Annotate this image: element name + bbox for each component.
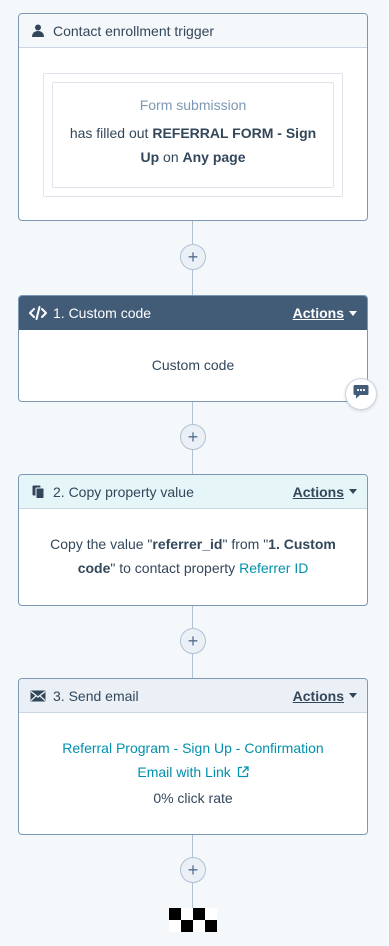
workflow-end-flag-icon — [169, 908, 217, 932]
comment-button[interactable] — [345, 378, 377, 410]
add-icon: + — [187, 247, 199, 267]
code-icon — [29, 304, 47, 322]
add-action-button[interactable]: + — [180, 857, 206, 883]
step2-body: Copy the value "referrer_id" from "1. Cu… — [19, 509, 367, 580]
add-icon: + — [187, 860, 199, 880]
copy-icon — [29, 483, 47, 501]
person-icon — [29, 22, 47, 40]
enrollment-trigger-card[interactable]: Contact enrollment trigger Form submissi… — [18, 13, 368, 221]
caret-down-icon — [349, 693, 357, 698]
email-link[interactable]: Referral Program - Sign Up - Confirmatio… — [53, 736, 333, 785]
caret-down-icon — [349, 489, 357, 494]
copy-text: " to contact property — [110, 560, 240, 576]
add-action-button[interactable]: + — [180, 424, 206, 450]
trigger-criteria[interactable]: Form submission has filled out REFERRAL … — [52, 82, 334, 188]
trigger-text-pre: has filled out — [69, 125, 153, 141]
add-action-button[interactable]: + — [180, 628, 206, 654]
step1-body: Custom code — [151, 357, 235, 373]
envelope-icon — [29, 687, 47, 705]
trigger-text-mid: on — [159, 149, 183, 165]
copy-property-card[interactable]: 2. Copy property value Actions Copy the … — [18, 474, 368, 606]
add-icon: + — [187, 427, 199, 447]
step2-header: 2. Copy property value Actions — [19, 475, 367, 509]
trigger-header: Contact enrollment trigger — [19, 14, 367, 48]
step3-title: 3. Send email — [53, 687, 139, 704]
step3-body: Referral Program - Sign Up - Confirmatio… — [19, 713, 367, 810]
trigger-filter-type: Form submission — [139, 97, 247, 113]
trigger-criteria-group: Form submission has filled out REFERRAL … — [43, 73, 343, 197]
copy-text: " from " — [222, 536, 269, 552]
custom-code-card[interactable]: 1. Custom code Actions Custom code — [18, 295, 368, 402]
caret-down-icon — [349, 310, 357, 316]
external-link-icon — [237, 761, 249, 785]
trigger-title: Contact enrollment trigger — [53, 22, 215, 39]
actions-label: Actions — [292, 305, 344, 321]
step2-actions-dropdown[interactable]: Actions — [293, 484, 357, 500]
step1-header: 1. Custom code Actions — [19, 296, 367, 330]
step1-actions-dropdown[interactable]: Actions — [293, 305, 357, 321]
trigger-page: Any page — [182, 149, 246, 165]
step2-title: 2. Copy property value — [53, 483, 194, 500]
add-icon: + — [187, 631, 199, 651]
send-email-card[interactable]: 3. Send email Actions Referral Program -… — [18, 678, 368, 835]
referrer-id-link[interactable]: Referrer ID — [239, 560, 308, 576]
add-action-button[interactable]: + — [180, 244, 206, 270]
copy-text: Copy the value " — [50, 536, 153, 552]
step3-header: 3. Send email Actions — [19, 679, 367, 713]
actions-label: Actions — [292, 687, 344, 704]
trigger-filter-text: has filled out REFERRAL FORM - Sign Up o… — [53, 121, 333, 169]
step3-actions-dropdown[interactable]: Actions — [293, 688, 357, 704]
email-name: Referral Program - Sign Up - Confirmatio… — [62, 740, 324, 780]
comment-icon — [353, 384, 369, 404]
click-rate: 0% click rate — [153, 790, 233, 806]
step1-title: 1. Custom code — [53, 305, 152, 321]
actions-label: Actions — [292, 483, 344, 500]
property-name: referrer_id — [152, 536, 223, 552]
